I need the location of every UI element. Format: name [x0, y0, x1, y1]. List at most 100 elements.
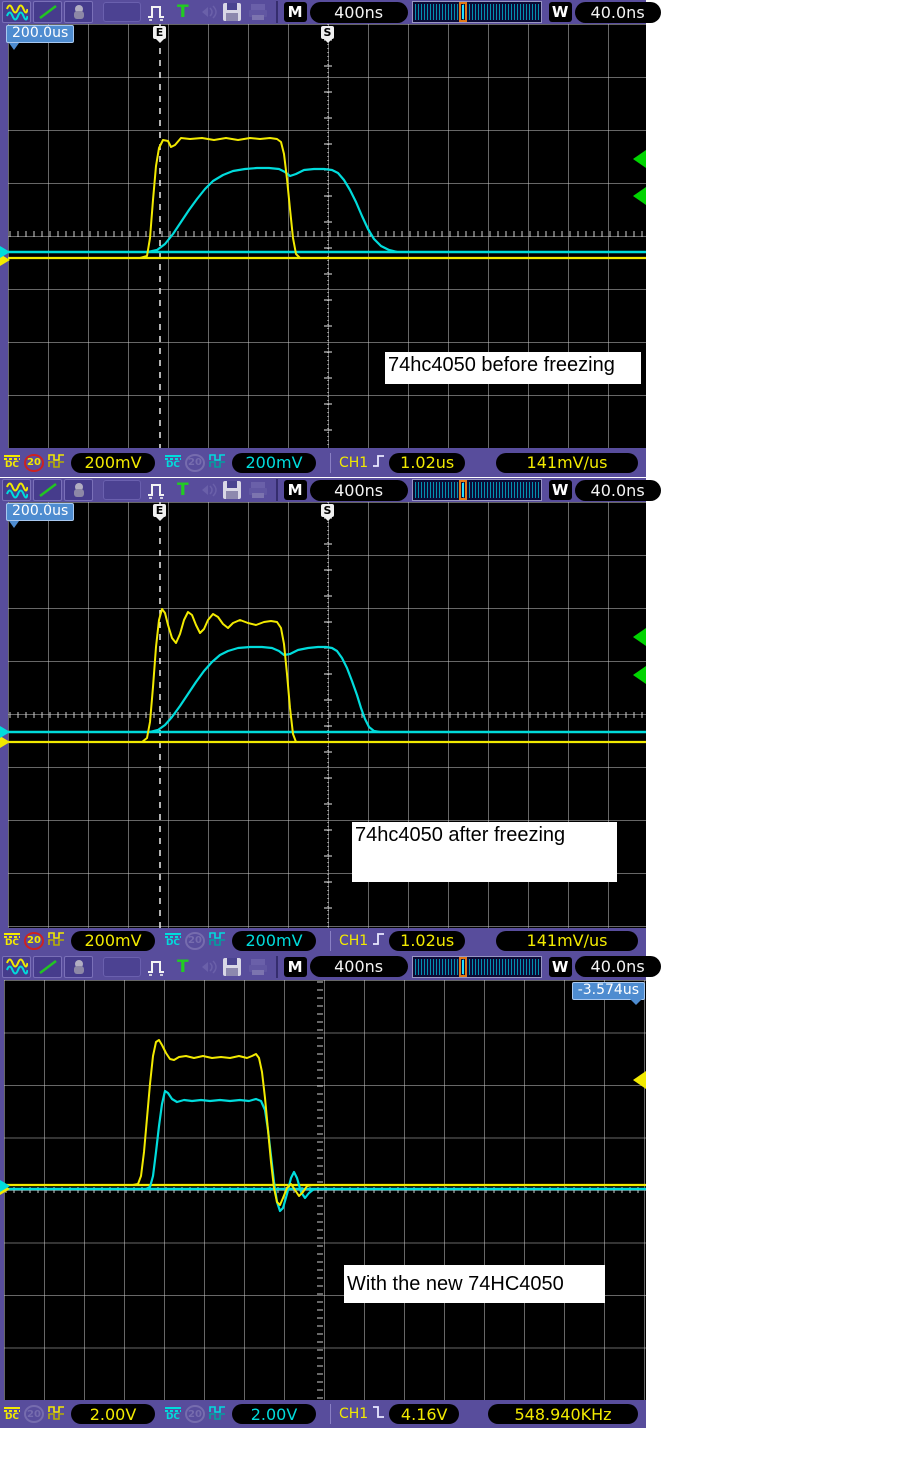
print-icon: [247, 958, 269, 976]
level-marker-arrow[interactable]: [633, 1071, 646, 1089]
ch2-squarewave-icon: [209, 453, 228, 472]
empty-toolbar-slot: [103, 956, 141, 977]
sound-icon: [195, 5, 217, 19]
pulse-icon[interactable]: [145, 480, 171, 500]
ch1-scale-pill[interactable]: 200mV: [71, 452, 155, 473]
window-timebase-pill[interactable]: 40.0ns: [574, 479, 661, 501]
ch1-coupling-icon[interactable]: DC: [4, 1406, 20, 1422]
preview-cursor[interactable]: [458, 480, 467, 500]
level-marker-arrow[interactable]: [633, 187, 646, 205]
measurement-pill[interactable]: 141mV/us: [496, 930, 638, 951]
main-timebase-badge: M: [283, 956, 307, 977]
channel-position-arrow[interactable]: [0, 246, 10, 258]
cursor-e-flag[interactable]: E: [153, 504, 166, 517]
sound-icon: [195, 959, 217, 974]
hand-icon: [74, 5, 84, 19]
trigger-value-pill[interactable]: 1.02us: [389, 930, 466, 951]
save-icon[interactable]: [221, 957, 243, 977]
acquisition-preview[interactable]: [411, 1, 542, 23]
measurement-pill[interactable]: 141mV/us: [496, 452, 638, 473]
ch1-coupling-icon[interactable]: DC: [4, 455, 20, 470]
timebase-pill[interactable]: 400ns: [309, 479, 408, 501]
toolbar-divider: [275, 1, 278, 23]
trigger-value-pill[interactable]: 1.02us: [389, 452, 466, 473]
hand-tool-button[interactable]: [64, 1, 93, 23]
print-icon: [247, 481, 269, 499]
trigger-source-label: CH1: [339, 454, 369, 471]
ch1-probe-badge[interactable]: 20: [24, 1405, 44, 1423]
slope-line-button[interactable]: [33, 479, 62, 501]
pulse-icon[interactable]: [145, 957, 171, 977]
level-marker-arrow[interactable]: [633, 666, 646, 684]
window-timebase-pill[interactable]: 40.0ns: [574, 1, 661, 23]
timebase-pill[interactable]: 400ns: [309, 956, 408, 977]
sound-icon: [195, 483, 217, 497]
channel-waves-button[interactable]: [2, 479, 31, 501]
window-timebase-badge: W: [548, 2, 572, 22]
acquisition-preview[interactable]: [411, 955, 542, 978]
graticule-screen: 200.0us E S 74hc4050 after freezing: [0, 502, 646, 928]
ch2-coupling-icon[interactable]: DC: [165, 933, 181, 948]
hand-tool-button[interactable]: [64, 955, 93, 978]
ch2-scale-pill[interactable]: 2.00V: [232, 1404, 316, 1424]
ch1-probe-badge[interactable]: 20: [24, 453, 44, 472]
trigger-edge-icon: [372, 1404, 386, 1424]
trigger-t-icon[interactable]: T: [177, 3, 189, 21]
trigger-edge-icon: [372, 931, 386, 951]
main-timebase-badge: M: [283, 480, 307, 500]
ch1-coupling-icon[interactable]: DC: [4, 933, 20, 948]
empty-toolbar-slot: [103, 2, 141, 22]
window-timebase-pill[interactable]: 40.0ns: [574, 956, 661, 977]
preview-cursor[interactable]: [458, 2, 467, 22]
level-marker-arrow[interactable]: [633, 150, 646, 168]
level-marker-arrow[interactable]: [633, 628, 646, 646]
graticule-screen: 200.0us E S 74hc4050 before freezing: [0, 24, 646, 448]
ch1-squarewave-icon: [48, 931, 67, 950]
ch1-probe-badge[interactable]: 20: [24, 931, 44, 950]
ch2-probe-badge[interactable]: 20: [185, 453, 205, 472]
ch1-squarewave-icon: [48, 453, 67, 472]
hand-tool-button[interactable]: [64, 479, 93, 501]
ch2-probe-badge[interactable]: 20: [185, 1405, 205, 1423]
ch2-squarewave-icon: [209, 931, 228, 950]
ch2-probe-badge[interactable]: 20: [185, 931, 205, 950]
left-channel-strip: [0, 24, 8, 448]
annotation-label: 74hc4050 after freezing: [352, 822, 617, 882]
ch2-coupling-icon[interactable]: DC: [165, 455, 181, 470]
trigger-edge-icon: [372, 453, 386, 473]
trigger-source-label: CH1: [339, 932, 369, 949]
slope-line-button[interactable]: [33, 955, 62, 978]
save-icon[interactable]: [221, 2, 243, 22]
ch1-scale-pill[interactable]: 2.00V: [71, 1404, 155, 1424]
acquisition-preview[interactable]: [411, 479, 542, 501]
channel-position-arrow[interactable]: [0, 1180, 10, 1192]
channel-waves-button[interactable]: [2, 955, 31, 978]
oscilloscope-capture-before-freezing: T M 400ns W 40.0ns 200.0us E S 74hc4050 …: [0, 0, 661, 477]
measurement-pill[interactable]: 548.940KHz: [488, 1404, 638, 1424]
ch2-coupling-icon[interactable]: DC: [165, 1406, 181, 1422]
cursor-e-flag[interactable]: E: [153, 26, 166, 39]
preview-cursor[interactable]: [458, 956, 467, 977]
trigger-t-icon[interactable]: T: [177, 481, 189, 499]
left-channel-strip: [0, 502, 8, 928]
hand-icon: [74, 483, 84, 497]
main-timebase-badge: M: [283, 2, 307, 22]
ch2-scale-pill[interactable]: 200mV: [232, 452, 316, 473]
hand-icon: [74, 959, 84, 974]
trigger-value-pill[interactable]: 4.16V: [389, 1404, 460, 1424]
ch2-scale-pill[interactable]: 200mV: [232, 930, 316, 951]
slope-line-button[interactable]: [33, 1, 62, 23]
pulse-icon[interactable]: [145, 2, 171, 22]
ch1-scale-pill[interactable]: 200mV: [71, 930, 155, 951]
channel-position-arrow[interactable]: [0, 726, 10, 738]
channel-waves-button[interactable]: [2, 1, 31, 23]
oscilloscope-capture-new-chip: T M 400ns W 40.0ns -3.574us With the new…: [0, 953, 661, 1428]
timebase-pill[interactable]: 400ns: [309, 1, 408, 23]
save-icon[interactable]: [221, 480, 243, 500]
cursor-s-flag[interactable]: S: [321, 26, 334, 39]
toolbar-divider: [275, 955, 278, 978]
cursor-s-flag[interactable]: S: [321, 504, 334, 517]
trigger-t-icon[interactable]: T: [177, 958, 189, 976]
scope-toolbar: T M 400ns W 40.0ns: [0, 953, 661, 980]
waveform-plot: [8, 24, 646, 448]
